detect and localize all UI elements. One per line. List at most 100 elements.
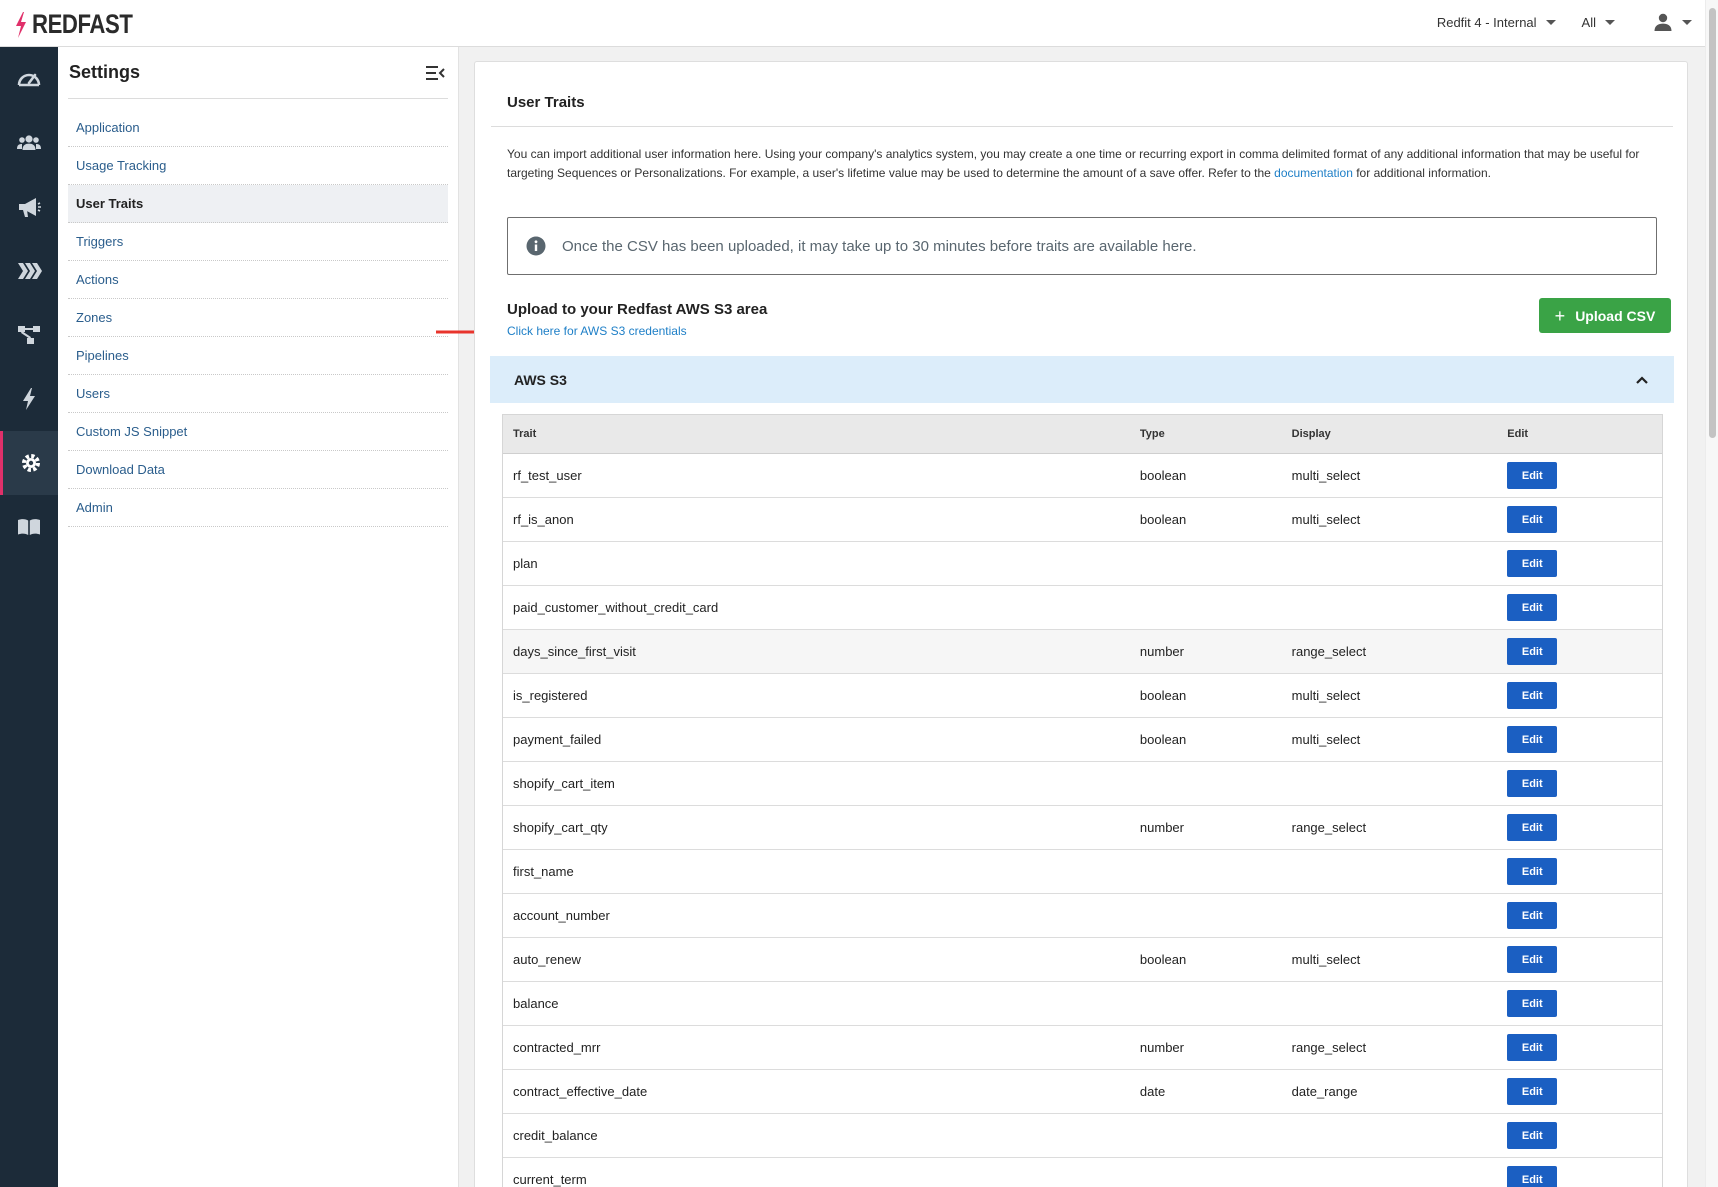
edit-button[interactable]: Edit bbox=[1507, 550, 1558, 577]
edit-cell: Edit bbox=[1507, 946, 1662, 973]
trait-cell: balance bbox=[513, 996, 559, 1011]
header-type: Type bbox=[1139, 428, 1165, 440]
info-icon bbox=[526, 236, 546, 256]
edit-button[interactable]: Edit bbox=[1507, 1166, 1558, 1187]
table-body: rf_test_user boolean multi_select Edit rf_is… bbox=[503, 454, 1662, 1187]
edit-button[interactable]: Edit bbox=[1507, 946, 1558, 973]
trait-cell: plan bbox=[513, 556, 538, 571]
table-row: credit_balance Edit bbox=[503, 1114, 1662, 1158]
page-title: User Traits bbox=[507, 94, 585, 111]
rail-users[interactable] bbox=[0, 111, 58, 175]
type-cell: boolean bbox=[1139, 688, 1187, 703]
notice-text: Once the CSV has been uploaded, it may t… bbox=[562, 237, 1197, 255]
display-cell: range_select bbox=[1291, 644, 1367, 659]
traits-table: Trait Type Display Edit rf_test_user bool… bbox=[502, 414, 1663, 1187]
rail-sequences[interactable] bbox=[0, 239, 58, 303]
trait-cell: shopify_cart_qty bbox=[513, 820, 608, 835]
trait-cell: contract_effective_date bbox=[513, 1084, 648, 1099]
trait-cell: credit_balance bbox=[513, 1128, 598, 1143]
display-cell: multi_select bbox=[1291, 512, 1361, 527]
edit-button[interactable]: Edit bbox=[1507, 638, 1558, 665]
table-row: paid_customer_without_credit_card Edit bbox=[503, 586, 1662, 630]
upload-csv-button[interactable]: + Upload CSV bbox=[1539, 298, 1671, 333]
table-row: rf_is_anon boolean multi_select Edit bbox=[503, 498, 1662, 542]
edit-button[interactable]: Edit bbox=[1507, 594, 1558, 621]
user-menu[interactable] bbox=[1653, 12, 1692, 32]
filter-label: All bbox=[1581, 14, 1596, 30]
table-row: account_number Edit bbox=[503, 894, 1662, 938]
divider bbox=[491, 126, 1673, 127]
flow-icon bbox=[18, 326, 40, 344]
edit-button[interactable]: Edit bbox=[1507, 990, 1558, 1017]
settings-nav-item[interactable]: Admin bbox=[68, 489, 448, 527]
edit-button[interactable]: Edit bbox=[1507, 462, 1558, 489]
table-row: shopify_cart_item Edit bbox=[503, 762, 1662, 806]
rail-dashboard[interactable] bbox=[0, 47, 58, 111]
speedometer-icon bbox=[17, 73, 41, 87]
settings-nav-item[interactable]: Triggers bbox=[68, 223, 448, 261]
workspace-dropdown[interactable]: Redfit 4 - Internal bbox=[1437, 15, 1556, 30]
aws-s3-accordion[interactable]: AWS S3 bbox=[490, 356, 1674, 403]
edit-button[interactable]: Edit bbox=[1507, 682, 1558, 709]
page-scrollbar[interactable] bbox=[1705, 0, 1718, 1187]
rail-triggers[interactable] bbox=[0, 367, 58, 431]
settings-nav-item[interactable]: User Traits bbox=[68, 185, 448, 223]
rail-settings[interactable] bbox=[0, 431, 58, 495]
workspace-label: Redfit 4 - Internal bbox=[1436, 14, 1537, 30]
rail-campaigns[interactable] bbox=[0, 175, 58, 239]
settings-nav-item[interactable]: Users bbox=[68, 375, 448, 413]
edit-cell: Edit bbox=[1507, 1122, 1662, 1149]
settings-nav-item[interactable]: Download Data bbox=[68, 451, 448, 489]
table-row: shopify_cart_qty number range_select Edit bbox=[503, 806, 1662, 850]
edit-button[interactable]: Edit bbox=[1507, 858, 1558, 885]
edit-cell: Edit bbox=[1507, 990, 1662, 1017]
settings-nav-item[interactable]: Pipelines bbox=[68, 337, 448, 375]
settings-nav: Application Usage Tracking User Traits Trig… bbox=[68, 109, 448, 527]
header-trait: Trait bbox=[513, 428, 537, 440]
settings-nav-item[interactable]: Actions bbox=[68, 261, 448, 299]
aws-credentials-link[interactable]: Click here for AWS S3 credentials bbox=[507, 324, 687, 338]
table-row: plan Edit bbox=[503, 542, 1662, 586]
edit-cell: Edit bbox=[1507, 682, 1662, 709]
edit-cell: Edit bbox=[1507, 638, 1662, 665]
top-bar: REDFAST Redfit 4 - Internal All bbox=[0, 0, 1718, 47]
table-row: balance Edit bbox=[503, 982, 1662, 1026]
table-row: contract_effective_date date date_range Edi… bbox=[503, 1070, 1662, 1114]
documentation-link[interactable]: documentation bbox=[1274, 166, 1353, 180]
trait-cell: shopify_cart_item bbox=[513, 776, 615, 791]
brand-name: REDFAST bbox=[32, 9, 133, 39]
edit-button[interactable]: Edit bbox=[1507, 1034, 1558, 1061]
edit-cell: Edit bbox=[1507, 1166, 1662, 1187]
chevron-down-icon bbox=[1545, 19, 1556, 25]
type-cell: number bbox=[1139, 644, 1184, 659]
type-cell: number bbox=[1139, 820, 1184, 835]
table-row: first_name Edit bbox=[503, 850, 1662, 894]
edit-button[interactable]: Edit bbox=[1507, 1078, 1558, 1105]
rail-docs[interactable] bbox=[0, 495, 58, 559]
collapse-menu-icon[interactable] bbox=[424, 62, 446, 84]
scrollbar-thumb[interactable] bbox=[1709, 8, 1716, 438]
settings-nav-item[interactable]: Custom JS Snippet bbox=[68, 413, 448, 451]
trait-cell: rf_is_anon bbox=[513, 512, 574, 527]
filter-dropdown[interactable]: All bbox=[1582, 15, 1615, 30]
settings-nav-item[interactable]: Zones bbox=[68, 299, 448, 337]
trait-cell: auto_renew bbox=[513, 952, 581, 967]
trait-cell: account_number bbox=[513, 908, 610, 923]
trait-cell: current_term bbox=[513, 1172, 587, 1187]
settings-nav-item[interactable]: Application bbox=[68, 109, 448, 147]
display-cell: range_select bbox=[1291, 820, 1367, 835]
info-notice: Once the CSV has been uploaded, it may t… bbox=[507, 217, 1657, 275]
edit-button[interactable]: Edit bbox=[1507, 814, 1558, 841]
header-edit: Edit bbox=[1507, 428, 1529, 440]
edit-button[interactable]: Edit bbox=[1507, 506, 1558, 533]
settings-nav-item[interactable]: Usage Tracking bbox=[68, 147, 448, 185]
redfast-logo[interactable]: REDFAST bbox=[14, 9, 155, 40]
edit-button[interactable]: Edit bbox=[1507, 726, 1558, 753]
edit-button[interactable]: Edit bbox=[1507, 770, 1558, 797]
edit-button[interactable]: Edit bbox=[1507, 902, 1558, 929]
edit-button[interactable]: Edit bbox=[1507, 1122, 1558, 1149]
rail-pipelines[interactable] bbox=[0, 303, 58, 367]
settings-panel: Settings Application Usage Tracking User T… bbox=[58, 47, 459, 1187]
display-cell: multi_select bbox=[1291, 732, 1361, 747]
table-row: days_since_first_visit number range_select… bbox=[503, 630, 1662, 674]
